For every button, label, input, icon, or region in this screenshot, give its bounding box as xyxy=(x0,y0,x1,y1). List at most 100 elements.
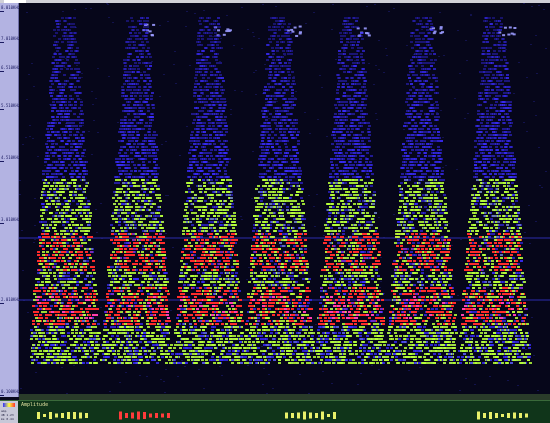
spectro-cell xyxy=(220,131,223,133)
spectro-cell xyxy=(155,212,158,214)
spectro-cell xyxy=(198,20,201,22)
spectro-cell xyxy=(47,122,50,124)
spectro-cell xyxy=(153,278,156,280)
spectro-cell xyxy=(47,260,50,262)
spectro-cell xyxy=(117,245,120,247)
spectro-cell xyxy=(194,92,197,94)
spectro-cell xyxy=(62,59,64,60)
spectro-cell xyxy=(141,317,144,319)
spectro-cell xyxy=(62,161,65,163)
spectro-cell xyxy=(64,170,67,172)
spectro-cell xyxy=(133,158,135,159)
spectro-cell xyxy=(128,143,131,145)
spectro-cell xyxy=(223,134,226,136)
spectro-cell xyxy=(45,209,48,211)
spectro-cell xyxy=(380,257,382,258)
spectro-cell xyxy=(115,236,118,238)
spectro-cell xyxy=(80,110,83,112)
spectro-cell xyxy=(66,149,69,151)
spectro-cell xyxy=(76,155,79,157)
spectro-cell xyxy=(150,254,153,256)
spectro-cell xyxy=(149,191,152,193)
spectro-cell xyxy=(138,305,141,307)
spectro-cell xyxy=(108,272,111,274)
spectro-cell xyxy=(66,305,69,307)
spectro-cell xyxy=(60,269,63,271)
spectro-cell xyxy=(75,296,78,298)
spectro-cell xyxy=(153,203,156,205)
spectro-cell xyxy=(262,384,264,385)
spectro-cell xyxy=(139,359,142,361)
spectro-cell xyxy=(140,290,143,292)
spectro-cell xyxy=(136,65,139,67)
spectro-cell xyxy=(168,359,171,361)
spectro-cell xyxy=(55,299,58,301)
spectro-cell xyxy=(76,311,79,313)
spectro-cell xyxy=(72,125,75,127)
spectro-cell xyxy=(137,299,140,301)
spectro-cell xyxy=(66,209,69,211)
spectro-cell xyxy=(148,263,151,265)
spectro-cell xyxy=(215,116,218,118)
spectro-cell xyxy=(331,29,333,30)
spectro-cell xyxy=(388,11,390,12)
spectro-cell xyxy=(145,62,148,64)
spectro-cell xyxy=(137,215,140,217)
spectro-cell xyxy=(131,299,134,301)
spectro-cell xyxy=(85,218,88,220)
spectro-cell xyxy=(63,179,66,181)
spectro-cell xyxy=(35,359,38,361)
spectro-cell xyxy=(130,329,133,331)
spectro-cell xyxy=(489,166,491,167)
spectro-cell xyxy=(119,263,122,265)
spectro-cell xyxy=(129,221,132,223)
spectro-cell xyxy=(60,230,63,232)
spectro-cell xyxy=(195,68,198,70)
spectro-cell xyxy=(64,113,67,115)
spectro-cell xyxy=(32,320,35,322)
spectro-cell xyxy=(151,356,154,358)
spectro-cell xyxy=(21,230,23,231)
spectro-cell xyxy=(145,152,148,154)
spectro-cell xyxy=(53,239,56,241)
spectro-cell xyxy=(136,56,139,58)
spectro-cell xyxy=(52,203,55,205)
spectro-cell xyxy=(42,188,45,190)
spectro-cell xyxy=(31,362,34,364)
spectro-cell xyxy=(147,47,150,49)
spectro-cell xyxy=(73,181,75,182)
spectro-cell xyxy=(84,233,87,235)
spectro-cell xyxy=(160,308,163,310)
spectro-cell xyxy=(144,350,147,352)
spectro-cell xyxy=(127,113,130,115)
spectro-cell xyxy=(131,161,134,163)
spectro-cell xyxy=(124,122,127,124)
spectro-cell xyxy=(66,326,69,328)
spectro-cell xyxy=(75,305,78,307)
spectro-cell xyxy=(41,203,44,205)
spectro-cell xyxy=(140,218,143,220)
spectro-cell xyxy=(59,317,62,319)
spectro-cell xyxy=(166,332,169,334)
spectrogram-canvas[interactable] xyxy=(19,3,550,397)
spectro-cell xyxy=(127,56,130,58)
spectro-cell xyxy=(42,293,45,295)
spectro-cell xyxy=(34,350,37,352)
spectro-cell xyxy=(202,280,204,281)
spectro-cell xyxy=(144,188,147,190)
spectro-cell xyxy=(127,83,130,85)
spectro-cell xyxy=(123,185,126,187)
spectro-cell xyxy=(206,83,209,85)
spectro-cell xyxy=(126,221,129,223)
spectro-cell xyxy=(79,212,82,214)
spectro-cell xyxy=(129,227,132,229)
spectro-cell xyxy=(165,141,167,142)
spectro-cell xyxy=(241,7,243,8)
spectro-cell xyxy=(80,230,83,232)
spectro-cell xyxy=(193,119,196,121)
spectro-cell xyxy=(150,98,153,100)
spectro-cell xyxy=(120,131,123,133)
spectro-cell xyxy=(38,290,41,292)
spectro-cell xyxy=(55,251,58,253)
spectrogram-view[interactable] xyxy=(19,3,550,397)
